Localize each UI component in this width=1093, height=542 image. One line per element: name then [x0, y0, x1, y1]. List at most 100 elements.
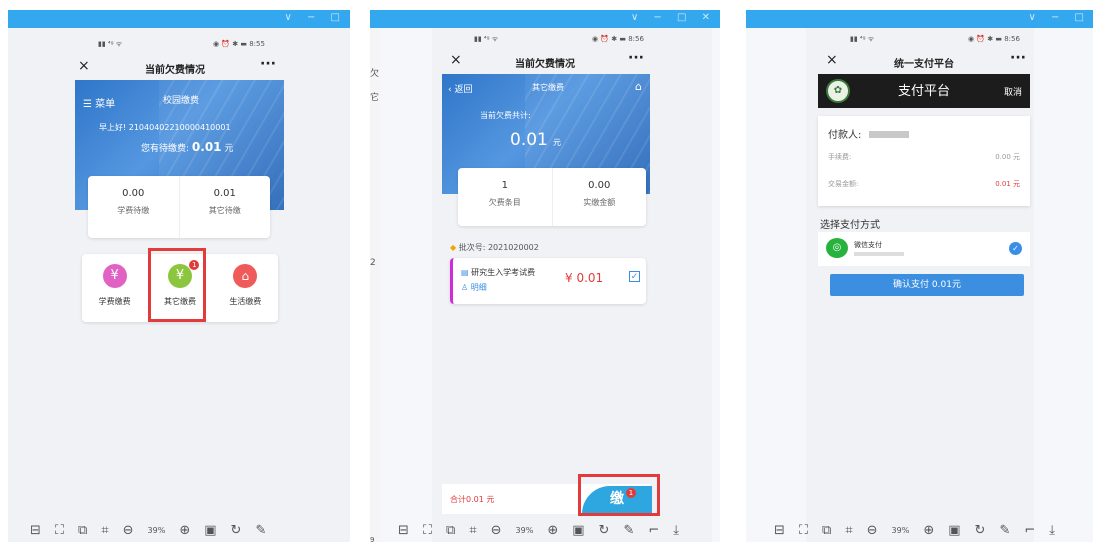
- viewer-toolbar: ⊟ ⛶ ⧉ ⌗ ⊖ 39% ⊕ ▣ ↻ ✎ ⌐ ⤓: [398, 520, 693, 540]
- crop-frame-icon[interactable]: ⌗: [469, 523, 476, 538]
- owed-label: 当前欠费共计:: [480, 111, 531, 120]
- amount-label: 交易金额:: [828, 180, 859, 188]
- menu-button[interactable]: ☰ 菜单: [83, 95, 115, 110]
- zoom-out-icon[interactable]: ⊖: [491, 523, 502, 538]
- status-time-area: ◉ ⏰ ✱ ▬ 8:56: [968, 35, 1020, 43]
- zoom-in-icon[interactable]: ⊕: [923, 523, 934, 538]
- zoom-in-icon[interactable]: ⊕: [179, 523, 190, 538]
- rotate-icon[interactable]: ↻: [231, 523, 242, 538]
- payer-row: 付款人:: [828, 126, 909, 141]
- signal-icons: ▮▮ ⁴ᵍ ᯤ: [98, 40, 123, 48]
- detail-link[interactable]: ♙ 明细: [461, 282, 487, 293]
- nav-title: 当前欠费情况: [145, 65, 205, 76]
- actual-size-icon[interactable]: ▣: [948, 523, 960, 538]
- rotate-icon[interactable]: ↻: [599, 523, 610, 538]
- crop-icon[interactable]: ⌐: [648, 523, 659, 538]
- fee-item-name-row: ▤ 研究生入学考试费: [461, 268, 536, 277]
- copy-icon[interactable]: ⧉: [446, 523, 455, 538]
- fit-icon[interactable]: ⛶: [55, 523, 64, 538]
- redacted-name: [868, 131, 909, 138]
- signal-icons: ▮▮ ⁴ᵍ ᯤ: [850, 35, 875, 43]
- download-icon[interactable]: ⤓: [673, 523, 679, 538]
- check-icon[interactable]: ✓: [1009, 242, 1022, 255]
- nav-title: 统一支付平台: [894, 59, 954, 70]
- amount-value: 0.01 元: [995, 180, 1020, 188]
- diamond-icon: ◆: [450, 243, 457, 252]
- window-controls[interactable]: ∨ − □: [284, 12, 346, 23]
- viewer-toolbar: ⊟ ⛶ ⧉ ⌗ ⊖ 39% ⊕ ▣ ↻ ✎ ⌐ ⤓: [774, 520, 1069, 540]
- more-icon[interactable]: ···: [1010, 50, 1026, 66]
- stat-count: 1 欠费条目: [458, 168, 553, 226]
- rotate-icon[interactable]: ↻: [975, 523, 986, 538]
- status-time-area: ◉ ⏰ ✱ ▬ 8:55: [213, 40, 265, 48]
- actual-size-icon[interactable]: ▣: [204, 523, 216, 538]
- status-time-area: ◉ ⏰ ✱ ▬ 8:56: [592, 35, 644, 43]
- wechat-pay-option[interactable]: ◎ 微信支付 ✓: [818, 232, 1030, 266]
- window-titlebar: ∨ − □: [8, 10, 350, 28]
- cancel-button[interactable]: 取消: [1004, 85, 1022, 98]
- method-name: 微信支付: [854, 241, 882, 249]
- category-living[interactable]: ⌂ 生活缴费: [213, 254, 278, 322]
- zoom-level: 39%: [147, 525, 166, 535]
- banner-title: 其它缴费: [532, 83, 564, 92]
- zoom-in-icon[interactable]: ⊕: [547, 523, 558, 538]
- left-edge-strip: 欠 它 2 9: [370, 28, 380, 542]
- yen-icon: ¥: [102, 264, 127, 288]
- fit-icon[interactable]: ⛶: [423, 523, 432, 538]
- screenshot-panel-3: ∨ − □ ▮▮ ⁴ᵍ ᯤ ◉ ⏰ ✱ ▬ 8:56 × 统一支付平台 ··· …: [746, 10, 1093, 542]
- highlight-box: [148, 248, 206, 322]
- store-icon: ⌂: [233, 264, 258, 288]
- copy-icon[interactable]: ⧉: [822, 523, 831, 538]
- window-titlebar: ∨ − □: [746, 10, 1093, 28]
- crop-frame-icon[interactable]: ⌗: [101, 523, 108, 538]
- stat-paid: 0.00 实缴金额: [583, 180, 616, 207]
- person-icon: ♙: [461, 283, 469, 292]
- fee-value: 0.00 元: [995, 153, 1020, 161]
- window-controls[interactable]: ∨ − □: [1028, 12, 1090, 23]
- signal-icons: ▮▮ ⁴ᵍ ᯤ: [474, 35, 499, 43]
- layout-icon[interactable]: ⊟: [30, 523, 41, 538]
- stats-card: 0.00 学费待缴 0.01 其它待缴: [88, 176, 270, 238]
- more-icon[interactable]: ···: [260, 56, 276, 72]
- zoom-out-icon[interactable]: ⊖: [123, 523, 134, 538]
- confirm-pay-button[interactable]: 确认支付 0.01元: [830, 274, 1024, 296]
- window-titlebar: ∨ − □ ✕: [370, 10, 720, 28]
- payment-header: ✿ 支付平台 取消: [818, 74, 1030, 108]
- top-nav: × 当前欠费情况 ···: [442, 50, 648, 74]
- zoom-out-icon[interactable]: ⊖: [867, 523, 878, 538]
- pending-row: 您有待缴费: 0.01 元: [141, 140, 234, 154]
- batch-row: ◆ 批次号: 2021020002: [450, 243, 539, 252]
- layout-icon[interactable]: ⊟: [398, 523, 409, 538]
- screenshot-panel-1: ∨ − □ ▮▮ ⁴ᵍ ᯤ ◉ ⏰ ✱ ▬ 8:55 × 当前欠费情况 ··· …: [8, 10, 350, 542]
- zoom-level: 39%: [891, 525, 910, 535]
- owed-amount-row: 0.01 元: [510, 130, 561, 150]
- stats-card: 1 欠费条目 0.00 实缴金额: [458, 168, 646, 226]
- download-icon[interactable]: ⤓: [1049, 523, 1055, 538]
- back-button[interactable]: ‹ 返回: [448, 82, 472, 95]
- stat-tuition: 0.00 学费待缴: [88, 176, 180, 238]
- category-tuition[interactable]: ¥ 学费缴费: [82, 254, 147, 322]
- school-logo-icon: ✿: [826, 79, 850, 103]
- edit-icon[interactable]: ✎: [255, 523, 266, 538]
- checkbox-checked[interactable]: ✓: [629, 271, 640, 282]
- fee-amount: ¥ 0.01: [565, 271, 604, 285]
- more-icon[interactable]: ···: [628, 50, 644, 66]
- copy-icon[interactable]: ⧉: [78, 523, 87, 538]
- crop-icon[interactable]: ⌐: [1024, 523, 1035, 538]
- nav-title: 当前欠费情况: [515, 59, 575, 70]
- crop-frame-icon[interactable]: ⌗: [845, 523, 852, 538]
- zoom-level: 39%: [515, 525, 534, 535]
- edit-icon[interactable]: ✎: [999, 523, 1010, 538]
- layout-icon[interactable]: ⊟: [774, 523, 785, 538]
- fee-item[interactable]: ▤ 研究生入学考试费 ♙ 明细 ¥ 0.01 ✓: [450, 258, 646, 304]
- header-title: 支付平台: [898, 84, 951, 99]
- document-icon: ▤: [461, 268, 469, 277]
- total-label: 合计0.01 元: [450, 495, 495, 504]
- window-controls[interactable]: ∨ − □ ✕: [631, 12, 716, 23]
- edit-icon[interactable]: ✎: [623, 523, 634, 538]
- top-nav: × 当前欠费情况 ···: [68, 56, 282, 80]
- payment-info-card: 付款人: 手续费: 0.00 元 交易金额: 0.01 元: [818, 116, 1030, 206]
- home-icon[interactable]: ⌂: [635, 80, 642, 93]
- actual-size-icon[interactable]: ▣: [572, 523, 584, 538]
- fit-icon[interactable]: ⛶: [799, 523, 808, 538]
